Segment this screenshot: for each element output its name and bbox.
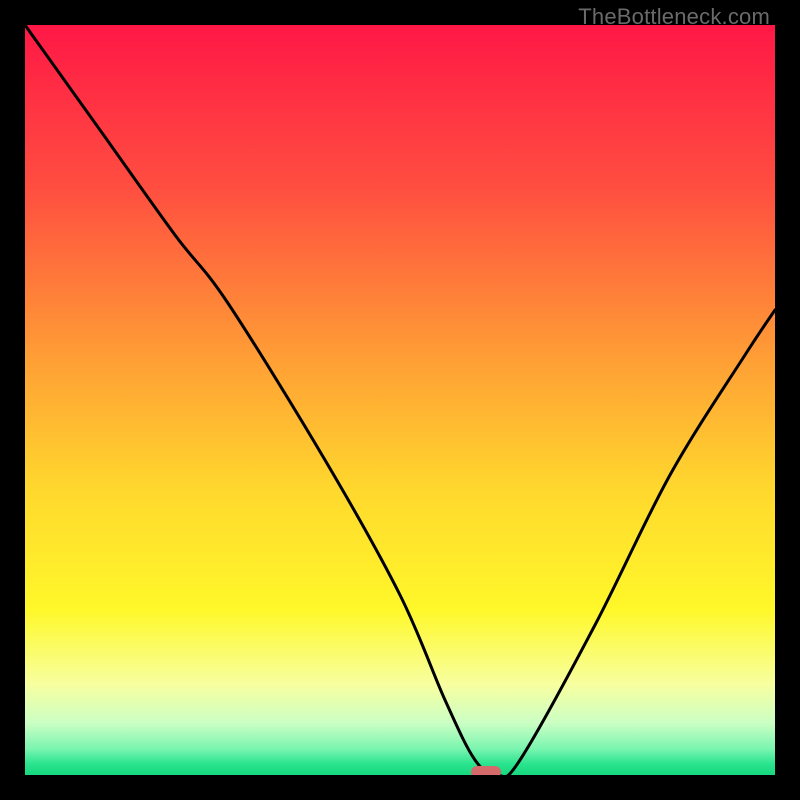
chart-frame: TheBottleneck.com — [0, 0, 800, 800]
watermark-text: TheBottleneck.com — [578, 4, 770, 30]
optimal-marker — [471, 766, 501, 775]
bottleneck-curve — [25, 25, 775, 775]
plot-area — [25, 25, 775, 775]
